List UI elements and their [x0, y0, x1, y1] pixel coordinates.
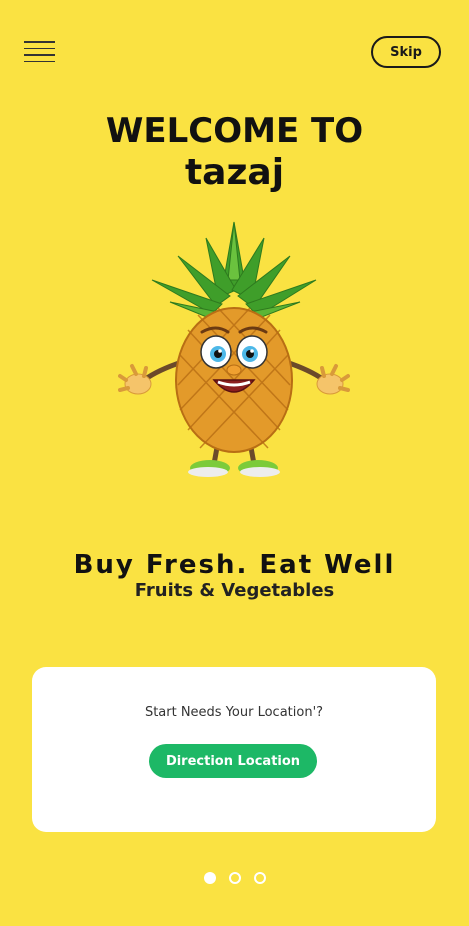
pager-dot-2[interactable] — [228, 872, 241, 884]
menu-icon[interactable] — [24, 41, 55, 62]
location-question: Start Needs Your Location'? — [144, 705, 324, 720]
skip-button[interactable]: Skip — [371, 36, 441, 68]
menu-line — [24, 47, 55, 49]
location-card: Start Needs Your Location'? Direction Lo… — [32, 667, 436, 832]
tagline-sub: Fruits & Vegetables — [134, 580, 335, 601]
tagline: Buy Fresh. Eat Well Fruits & Vegetables — [0, 546, 469, 601]
menu-line — [24, 60, 55, 62]
pager-dot-1[interactable] — [203, 872, 216, 884]
direction-location-button[interactable]: Direction Location — [149, 744, 317, 778]
tagline-main: Buy Fresh. Eat Well — [73, 550, 396, 580]
menu-line — [24, 41, 55, 43]
pager-dot-3[interactable] — [253, 872, 266, 884]
welcome-line: WELCOME TO — [105, 111, 364, 151]
pager-dots — [0, 872, 469, 884]
pineapple-mascot-image — [118, 221, 350, 477]
menu-line — [24, 54, 55, 56]
brand-name: tazaj — [184, 152, 285, 193]
welcome-title: WELCOME TO tazaj — [0, 110, 469, 194]
